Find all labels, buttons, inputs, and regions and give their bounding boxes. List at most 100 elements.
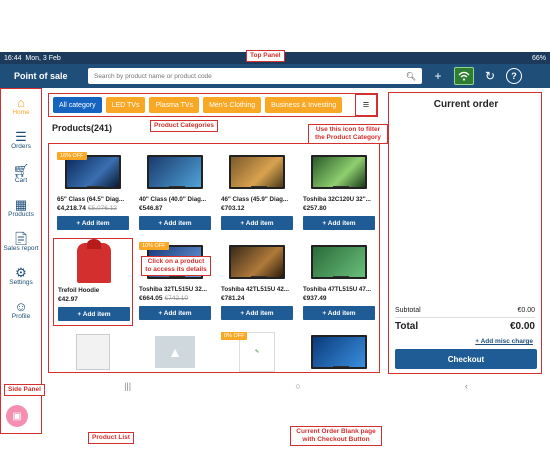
discount-badge: 16% OFF: [57, 152, 87, 160]
cart-icon: 🛒︎: [12, 163, 30, 178]
add-item-button[interactable]: + Add item: [139, 306, 211, 320]
product-old-price: €5,076.12: [87, 205, 117, 212]
product-name: 46" Class (45.9" Diag...: [221, 196, 289, 203]
add-item-button[interactable]: + Add item: [303, 306, 375, 320]
sidebar-item-orders[interactable]: ☰ Orders: [1, 123, 41, 157]
calendar-icon[interactable]: ▣: [6, 405, 28, 427]
subtotal-row: Subtotal €0.00: [395, 307, 535, 314]
add-item-button[interactable]: + Add item: [139, 216, 211, 230]
home-nav-icon[interactable]: ○: [295, 381, 300, 391]
sidebar-item-label: Cart: [14, 177, 28, 184]
total-value: €0.00: [509, 321, 535, 332]
product-price: €42.97: [58, 296, 78, 303]
filter-icon[interactable]: ≡: [355, 94, 377, 116]
add-item-button[interactable]: + Add item: [57, 216, 129, 230]
sidebar-item-settings[interactable]: ⚙ Settings: [1, 259, 41, 293]
search-box[interactable]: 🔍︎: [88, 68, 422, 84]
system-nav-bar: ||| ○ ‹: [42, 378, 550, 394]
product-image: [139, 152, 211, 192]
product-card[interactable]: Toshiba 47TL515U 47... €937.49 + Add ite…: [299, 238, 379, 326]
product-image: [58, 239, 130, 283]
add-item-button[interactable]: + Add item: [303, 216, 375, 230]
product-price: €546.87: [139, 205, 163, 212]
home-icon: ⌂: [17, 95, 25, 110]
product-price-value: €664.05: [139, 295, 163, 302]
category-chip[interactable]: LED TVs: [105, 97, 146, 113]
product-name: 65" Class (64.5" Diag...: [57, 196, 125, 203]
product-price: €4,218.74 €5,076.12: [57, 205, 117, 212]
product-card[interactable]: Trefoil Hoodie €42.97 + Add item: [53, 238, 133, 326]
annotation-top-panel: Top Panel: [246, 50, 285, 62]
sidebar-item-products[interactable]: ▦ Products: [1, 191, 41, 225]
product-card[interactable]: Toshiba 32C120U 32"... €257.80 + Add ite…: [299, 148, 379, 236]
sync-icon[interactable]: ↻: [480, 67, 500, 85]
category-chip[interactable]: Plasma TVs: [149, 97, 200, 113]
wifi-icon[interactable]: [454, 67, 474, 85]
back-icon[interactable]: ‹: [465, 381, 468, 391]
help-icon[interactable]: ?: [506, 68, 522, 84]
checkout-button[interactable]: Checkout: [395, 349, 537, 369]
product-card[interactable]: 16% OFF 65" Class (64.5" Diag... €4,218.…: [53, 148, 133, 236]
discount-badge: 10% OFF: [139, 242, 169, 250]
product-name: Toshiba 32TL515U 32...: [139, 286, 207, 293]
product-card[interactable]: [299, 328, 379, 372]
product-image: [221, 242, 293, 282]
product-name: Toshiba 32C120U 32"...: [303, 196, 371, 203]
category-chip[interactable]: Business & Investing: [265, 97, 343, 113]
category-chip[interactable]: All category: [53, 97, 102, 113]
divider: [395, 317, 535, 318]
product-name: Toshiba 47TL515U 47...: [303, 286, 371, 293]
add-item-button[interactable]: + Add item: [58, 307, 130, 321]
product-card[interactable]: 10% OFF Toshiba 32TL515U 32... €664.05 €7…: [135, 238, 215, 326]
sidebar-item-home[interactable]: ⌂ Home: [1, 89, 41, 123]
product-old-price: €742.10: [164, 295, 189, 302]
total-row: Total €0.00: [395, 321, 535, 332]
current-order-panel: Current order Subtotal €0.00 Total €0.00…: [388, 92, 542, 374]
product-card[interactable]: 46" Class (45.9" Diag... €703.12 + Add i…: [217, 148, 297, 236]
status-time: 16:44: [4, 54, 22, 62]
subtotal-label: Subtotal: [395, 307, 421, 314]
product-price: €937.49: [303, 295, 327, 302]
product-card[interactable]: [53, 328, 133, 372]
plus-icon[interactable]: +: [428, 67, 448, 85]
total-label: Total: [395, 321, 419, 332]
annotation-side-panel: Side Panel: [4, 384, 45, 396]
annotation-click-note: Click on a product to access its details: [141, 256, 211, 276]
product-card[interactable]: Toshiba 42TL515U 42... €781.24 + Add ite…: [217, 238, 297, 326]
product-card[interactable]: ▲: [135, 328, 215, 372]
product-price-value: €703.12: [221, 205, 245, 212]
product-list: 16% OFF 65" Class (64.5" Diag... €4,218.…: [48, 143, 380, 373]
grid-icon: ▦: [14, 197, 28, 212]
sidebar-item-label: Settings: [9, 279, 33, 286]
annotation-product-categories: Product Categories: [150, 120, 218, 132]
add-item-button[interactable]: + Add item: [221, 306, 293, 320]
sidebar-item-cart[interactable]: 🛒︎ Cart: [1, 157, 41, 191]
sidebar-item-sales-report[interactable]: 📄︎ Sales report: [1, 225, 41, 259]
sidebar-item-profile[interactable]: ☺ Profile: [1, 293, 41, 327]
sidebar-item-label: Products: [8, 211, 34, 218]
product-image: [303, 242, 375, 282]
subtotal-value: €0.00: [517, 307, 535, 314]
annotation-product-list: Product List: [88, 432, 134, 444]
report-icon: 📄︎: [12, 231, 30, 246]
product-image: [221, 152, 293, 192]
top-panel: Point of sale 🔍︎ + ↻ ?: [0, 64, 550, 88]
product-price-value: €937.49: [303, 295, 327, 302]
product-image: [303, 152, 375, 192]
person-icon: ☺: [14, 299, 28, 314]
gear-icon: ⚙: [15, 265, 27, 280]
search-icon[interactable]: 🔍︎: [406, 72, 416, 81]
sidebar-item-label: Home: [12, 109, 30, 116]
app-title: Point of sale: [14, 71, 68, 81]
add-misc-charge-link[interactable]: + Add misc charge: [475, 338, 533, 345]
category-chip[interactable]: Men's Clothing: [203, 97, 262, 113]
recents-icon[interactable]: |||: [124, 381, 131, 391]
add-item-button[interactable]: + Add item: [221, 216, 293, 230]
product-card[interactable]: ✎ 0% OFF: [217, 328, 297, 372]
product-card[interactable]: 40" Class (40.0" Diag... €546.87 + Add i…: [135, 148, 215, 236]
product-name: 40" Class (40.0" Diag...: [139, 196, 207, 203]
product-image: [57, 332, 129, 372]
product-price: €781.24: [221, 295, 245, 302]
search-input[interactable]: [94, 72, 406, 80]
product-price-value: €4,218.74: [57, 205, 86, 212]
